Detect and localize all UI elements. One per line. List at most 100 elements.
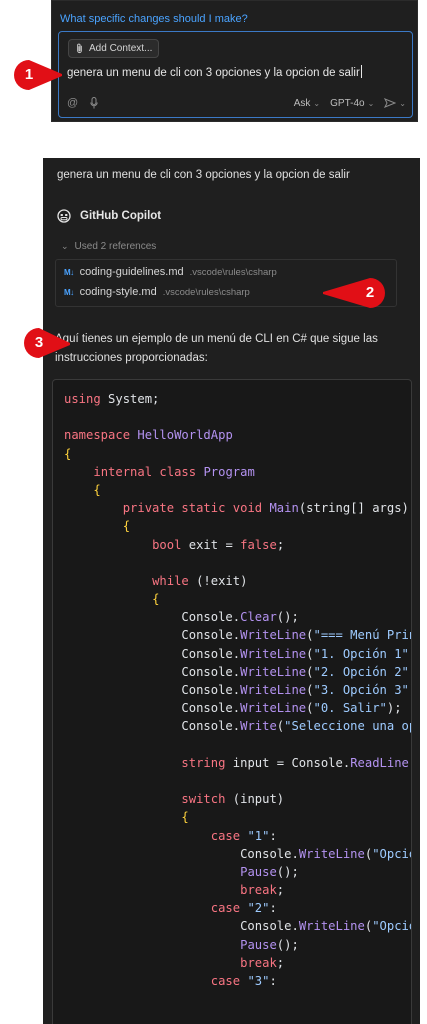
code-token: false [240,537,277,552]
markdown-icon: M↓ [64,287,74,297]
code-token: "2. Opción 2" [313,664,409,679]
chat-input-field[interactable]: genera un menu de cli con 3 opciones y l… [67,65,362,79]
code-token: Pause [240,864,277,879]
code-line: Console.Clear(); [64,608,411,626]
markdown-icon: M↓ [64,267,74,277]
code-token: "1. Opción 1" [313,646,409,661]
code-token: WriteLine [240,646,307,661]
code-token: case [210,901,241,916]
code-token: switch [181,792,226,807]
code-token: Console. [64,719,241,734]
code-token: ( [306,683,314,697]
microphone-icon[interactable] [90,97,98,109]
code-token: bool [152,537,182,552]
code-line: break; [64,881,411,899]
reference-item[interactable]: M↓ coding-style.md .vscode\rules\csharp [64,286,250,298]
code-line: using System; [64,390,411,408]
chat-input-value: genera un menu de cli con 3 opciones y l… [67,67,360,79]
chevron-down-icon: ⌄ [367,98,375,108]
copilot-icon [57,209,71,223]
code-token: ( [306,664,314,679]
code-line: Console.WriteLine("0. Salir"); [64,699,411,717]
code-token: { [181,810,189,825]
code-token: ); [409,683,411,697]
code-line: case "1": [64,827,411,845]
code-line: namespace HelloWorldApp [64,426,411,444]
code-line: while (!exit) [64,572,411,590]
code-token: using [64,392,101,406]
code-token: "3" [247,974,270,988]
code-token: (); [409,756,411,770]
code-token: ReadLine [350,755,409,770]
code-line: { [64,517,411,535]
assistant-answer-text: Aquí tienes un ejemplo de un menú de CLI… [55,333,378,364]
code-token: ); [409,647,411,661]
code-token: WriteLine [240,683,307,697]
code-token: Console. [64,610,241,625]
code-token: "0. Salir" [313,701,387,716]
code-token: Console. [64,846,299,861]
chat-input-panel: What specific changes should I make? Add… [51,0,418,122]
code-token: Console. [64,664,241,679]
used-references-label: Used 2 references [74,241,157,252]
code-token: namespace [64,428,131,443]
model-label: GPT-4o [330,97,365,109]
code-token: "Opción 2" [372,919,411,934]
code-token: ); [409,665,411,679]
add-context-button[interactable]: Add Context... [68,39,160,58]
code-token: WriteLine [298,919,365,934]
chat-input-box[interactable]: Add Context... genera un menu de cli con… [58,31,413,118]
code-token: WriteLine [240,701,307,716]
code-token: Program [203,464,255,479]
mode-dropdown[interactable]: Ask ⌄ [294,98,320,109]
reference-item[interactable]: M↓ coding-guidelines.md .vscode\rules\cs… [64,266,277,278]
code-line: Console.WriteLine("Opción 1"); [64,845,411,863]
code-token: (); [276,610,299,625]
reference-path: .vscode\rules\csharp [162,286,250,298]
code-line: bool exit = false; [64,536,411,554]
code-line: { [64,808,411,826]
code-token: string [181,755,226,770]
code-token: Main [269,501,299,516]
code-token: private static void [122,501,263,516]
code-line: Pause(); [64,936,411,954]
paperclip-icon [77,43,82,54]
code-token: (); [276,864,299,879]
code-token: "3. Opción 3" [313,683,409,697]
model-dropdown[interactable]: GPT-4o ⌄ [330,98,374,109]
code-token: Console. [64,683,241,697]
code-token: Console. [64,628,241,643]
used-references-toggle[interactable]: ⌄ Used 2 references [61,241,156,252]
code-token: { [93,482,101,497]
code-token: { [152,592,160,607]
callout-number: 1 [24,66,34,83]
code-line: Pause(); [64,863,411,881]
callout-2: 2 [322,277,386,309]
code-token: ; [276,537,285,552]
code-block[interactable]: using System; namespace HelloWorldApp { i… [52,379,412,1024]
assistant-name: GitHub Copilot [80,210,162,222]
code-token: Clear [240,610,277,625]
code-token: WriteLine [240,628,307,643]
code-line: case "2": [64,899,411,917]
text-caret [360,65,362,78]
code-token: "=== Menú Principal ===" [313,628,412,643]
code-line: Console.WriteLine("1. Opción 1"); [64,645,411,663]
mention-icon[interactable]: @ [67,97,78,109]
code-token: ( [306,628,314,643]
chevron-down-icon: ⌄ [61,241,69,251]
send-button[interactable]: ⌄ [384,98,406,108]
chevron-down-icon: ⌄ [399,98,406,108]
code-token: "Opción 1" [372,846,411,861]
